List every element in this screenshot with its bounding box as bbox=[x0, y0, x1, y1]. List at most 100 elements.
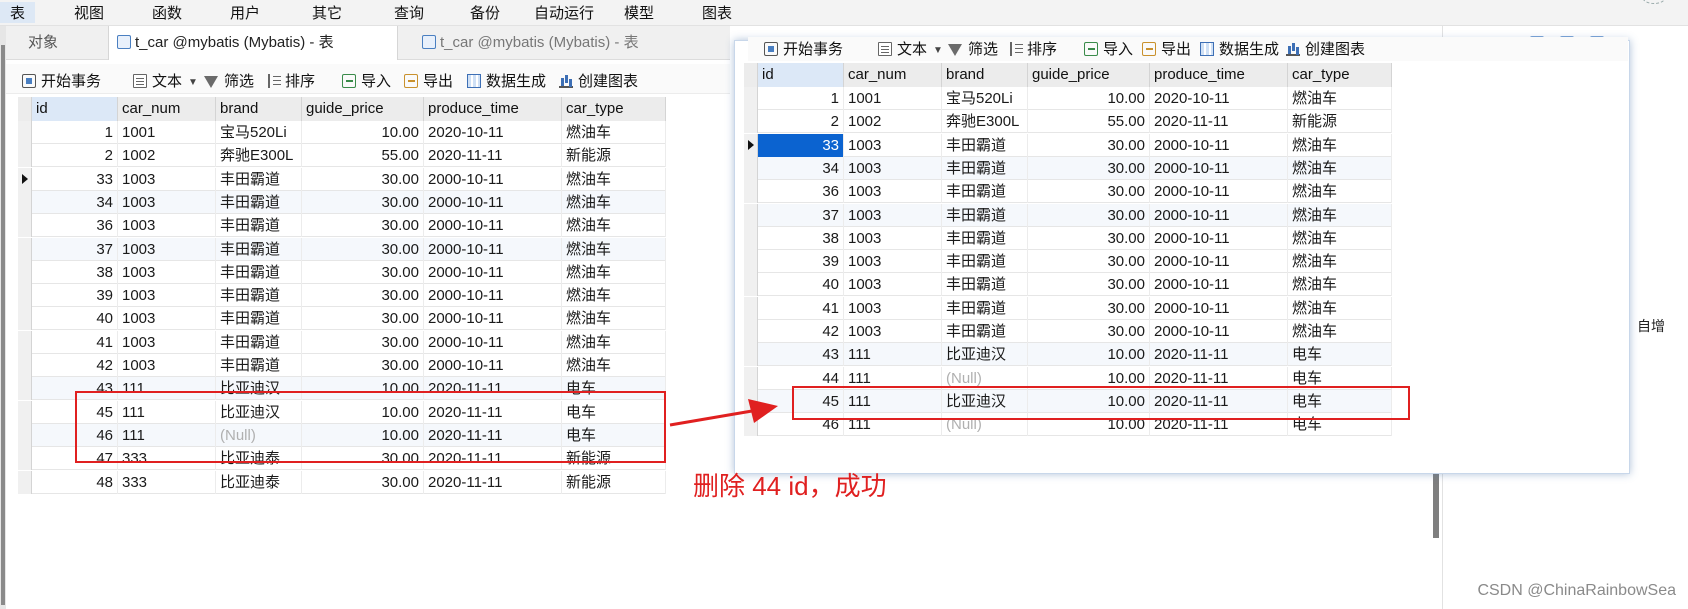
left-cell-car-type[interactable]: 燃油车 bbox=[562, 190, 666, 214]
right-cell-id[interactable]: 1 bbox=[758, 87, 844, 110]
left-cell-brand[interactable]: 比亚迪泰 bbox=[216, 470, 302, 494]
right-cell-produce-time[interactable]: 2000-10-11 bbox=[1150, 133, 1288, 157]
left-cell-car-num[interactable]: 1001 bbox=[118, 121, 216, 144]
right-cell-id[interactable]: 41 bbox=[758, 296, 844, 320]
right-cell-car-type[interactable]: 燃油车 bbox=[1288, 203, 1392, 227]
row-marker[interactable] bbox=[744, 366, 758, 390]
left-col-guide-price[interactable]: guide_price bbox=[302, 97, 424, 121]
left-table-row[interactable]: 48 333 比亚迪泰 30.00 2020-11-11 新能源 bbox=[18, 470, 666, 494]
left-cell-id[interactable]: 48 bbox=[32, 470, 118, 494]
right-cell-guide-price[interactable]: 10.00 bbox=[1028, 87, 1150, 110]
left-cell-id[interactable]: 38 bbox=[32, 260, 118, 284]
right-cell-produce-time[interactable]: 2000-10-11 bbox=[1150, 250, 1288, 274]
right-col-brand[interactable]: brand bbox=[942, 63, 1028, 87]
left-cell-car-type[interactable]: 燃油车 bbox=[562, 330, 666, 354]
left-cell-car-type[interactable]: 燃油车 bbox=[562, 167, 666, 191]
import-button[interactable]: 导入 bbox=[342, 70, 391, 91]
left-cell-brand[interactable]: 丰田霸道 bbox=[216, 237, 302, 261]
left-cell-car-num[interactable]: 1003 bbox=[118, 307, 216, 331]
left-cell-brand[interactable]: 丰田霸道 bbox=[216, 330, 302, 354]
right-table-row[interactable]: 41 1003 丰田霸道 30.00 2000-10-11 燃油车 bbox=[744, 296, 1392, 320]
right-create-chart-button[interactable]: 创建图表 bbox=[1286, 38, 1365, 59]
left-table-row[interactable]: 1 1001 宝马520Li 10.00 2020-10-11 燃油车 bbox=[18, 121, 666, 144]
menu-view[interactable]: 视图 bbox=[74, 2, 104, 23]
row-marker[interactable] bbox=[18, 121, 32, 144]
right-table-row[interactable]: 40 1003 丰田霸道 30.00 2000-10-11 燃油车 bbox=[744, 273, 1392, 297]
right-cell-produce-time[interactable]: 2020-10-11 bbox=[1150, 87, 1288, 110]
menu-backup[interactable]: 备份 bbox=[470, 2, 500, 23]
right-export-button[interactable]: 导出 bbox=[1142, 38, 1191, 59]
left-table-row[interactable]: 2 1002 奔驰E300L 55.00 2020-11-11 新能源 bbox=[18, 144, 666, 168]
left-cell-produce-time[interactable]: 2000-10-11 bbox=[424, 284, 562, 308]
left-table-row[interactable]: 33 1003 丰田霸道 30.00 2000-10-11 燃油车 bbox=[18, 167, 666, 191]
right-col-produce-time[interactable]: produce_time bbox=[1150, 63, 1288, 87]
right-cell-produce-time[interactable]: 2000-10-11 bbox=[1150, 320, 1288, 343]
menu-chart[interactable]: 图表 bbox=[702, 2, 732, 23]
left-cell-id[interactable]: 33 bbox=[32, 167, 118, 191]
left-cell-car-type[interactable]: 新能源 bbox=[562, 144, 666, 168]
right-cell-produce-time[interactable]: 2000-10-11 bbox=[1150, 273, 1288, 297]
row-marker[interactable] bbox=[744, 110, 758, 134]
right-cell-id[interactable]: 42 bbox=[758, 320, 844, 343]
right-cell-car-num[interactable]: 1003 bbox=[844, 273, 942, 297]
right-cell-guide-price[interactable]: 55.00 bbox=[1028, 110, 1150, 134]
right-cell-id[interactable]: 43 bbox=[758, 343, 844, 367]
row-marker[interactable] bbox=[18, 144, 32, 168]
row-marker[interactable] bbox=[744, 156, 758, 180]
right-cell-brand[interactable]: 丰田霸道 bbox=[942, 250, 1028, 274]
left-col-brand[interactable]: brand bbox=[216, 97, 302, 121]
right-table-row[interactable]: 37 1003 丰田霸道 30.00 2000-10-11 燃油车 bbox=[744, 203, 1392, 227]
left-table-row[interactable]: 40 1003 丰田霸道 30.00 2000-10-11 燃油车 bbox=[18, 307, 666, 331]
left-cell-produce-time[interactable]: 2000-10-11 bbox=[424, 354, 562, 377]
right-cell-produce-time[interactable]: 2020-11-11 bbox=[1150, 110, 1288, 134]
right-table-row[interactable]: 43 111 比亚迪汉 10.00 2020-11-11 电车 bbox=[744, 343, 1392, 367]
left-cell-car-type[interactable]: 燃油车 bbox=[562, 260, 666, 284]
right-cell-brand[interactable]: 丰田霸道 bbox=[942, 296, 1028, 320]
left-cell-car-type[interactable]: 燃油车 bbox=[562, 237, 666, 261]
row-marker[interactable] bbox=[18, 307, 32, 331]
right-cell-car-num[interactable]: 1003 bbox=[844, 226, 942, 250]
right-table-row[interactable]: 34 1003 丰田霸道 30.00 2000-10-11 燃油车 bbox=[744, 156, 1392, 180]
left-cell-guide-price[interactable]: 30.00 bbox=[302, 214, 424, 238]
current-row-marker-icon[interactable] bbox=[18, 167, 32, 191]
right-cell-guide-price[interactable]: 30.00 bbox=[1028, 296, 1150, 320]
menu-users[interactable]: 用户 bbox=[230, 2, 260, 23]
left-cell-car-num[interactable]: 1003 bbox=[118, 354, 216, 377]
right-table-row[interactable]: 33 1003 丰田霸道 30.00 2000-10-11 燃油车 bbox=[744, 133, 1392, 157]
right-table-row[interactable]: 36 1003 丰田霸道 30.00 2000-10-11 燃油车 bbox=[744, 180, 1392, 204]
right-cell-produce-time[interactable]: 2000-10-11 bbox=[1150, 203, 1288, 227]
right-sort-button[interactable]: 排序 bbox=[1010, 38, 1057, 59]
right-cell-brand[interactable]: 丰田霸道 bbox=[942, 320, 1028, 343]
right-cell-car-type[interactable]: 燃油车 bbox=[1288, 273, 1392, 297]
left-cell-guide-price[interactable]: 30.00 bbox=[302, 167, 424, 191]
row-marker[interactable] bbox=[18, 237, 32, 261]
left-cell-id[interactable]: 42 bbox=[32, 354, 118, 377]
left-cell-guide-price[interactable]: 30.00 bbox=[302, 260, 424, 284]
left-cell-guide-price[interactable]: 30.00 bbox=[302, 330, 424, 354]
right-cell-brand[interactable]: 比亚迪汉 bbox=[942, 343, 1028, 367]
left-cell-brand[interactable]: 丰田霸道 bbox=[216, 260, 302, 284]
left-cell-id[interactable]: 40 bbox=[32, 307, 118, 331]
menu-model[interactable]: 模型 bbox=[624, 2, 654, 23]
row-marker[interactable] bbox=[744, 203, 758, 227]
right-cell-id[interactable]: 38 bbox=[758, 226, 844, 250]
left-table-row[interactable]: 39 1003 丰田霸道 30.00 2000-10-11 燃油车 bbox=[18, 284, 666, 308]
right-cell-produce-time[interactable]: 2000-10-11 bbox=[1150, 296, 1288, 320]
right-cell-brand[interactable]: 丰田霸道 bbox=[942, 156, 1028, 180]
right-cell-car-num[interactable]: 1003 bbox=[844, 250, 942, 274]
right-cell-id[interactable]: 40 bbox=[758, 273, 844, 297]
left-cell-produce-time[interactable]: 2000-10-11 bbox=[424, 237, 562, 261]
left-cell-car-type[interactable]: 燃油车 bbox=[562, 307, 666, 331]
right-cell-brand[interactable]: 奔驰E300L bbox=[942, 110, 1028, 134]
current-row-marker-icon[interactable] bbox=[744, 133, 758, 157]
right-cell-guide-price[interactable]: 30.00 bbox=[1028, 156, 1150, 180]
tab-t-car-active[interactable]: t_car @mybatis (Mybatis) - 表 bbox=[108, 26, 398, 60]
left-cell-car-num[interactable]: 333 bbox=[118, 470, 216, 494]
right-col-car-num[interactable]: car_num bbox=[844, 63, 942, 87]
left-cell-car-type[interactable]: 新能源 bbox=[562, 470, 666, 494]
right-cell-car-type[interactable]: 新能源 bbox=[1288, 110, 1392, 134]
left-cell-id[interactable]: 34 bbox=[32, 190, 118, 214]
left-cell-produce-time[interactable]: 2020-11-11 bbox=[424, 470, 562, 494]
left-cell-car-type[interactable]: 燃油车 bbox=[562, 121, 666, 144]
right-col-car-type[interactable]: car_type bbox=[1288, 63, 1392, 87]
